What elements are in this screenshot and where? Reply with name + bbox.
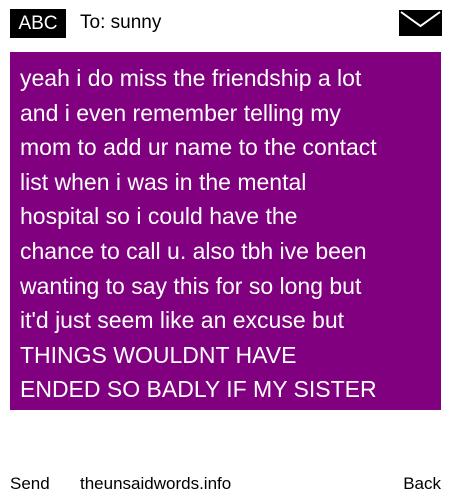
input-mode-badge[interactable]: ABC	[10, 9, 66, 38]
message-header: ABC To: sunny	[0, 0, 450, 46]
softkey-bar: Send theunsaidwords.info Back	[0, 470, 450, 500]
envelope-icon[interactable]	[399, 10, 442, 36]
recipient-label: To: sunny	[80, 12, 162, 33]
message-bubble: yeah i do miss the friendship a lot and …	[10, 52, 441, 410]
back-button[interactable]: Back	[403, 470, 441, 498]
message-text: yeah i do miss the friendship a lot and …	[20, 65, 377, 403]
site-link[interactable]: theunsaidwords.info	[80, 470, 231, 498]
send-button[interactable]: Send	[10, 470, 50, 498]
